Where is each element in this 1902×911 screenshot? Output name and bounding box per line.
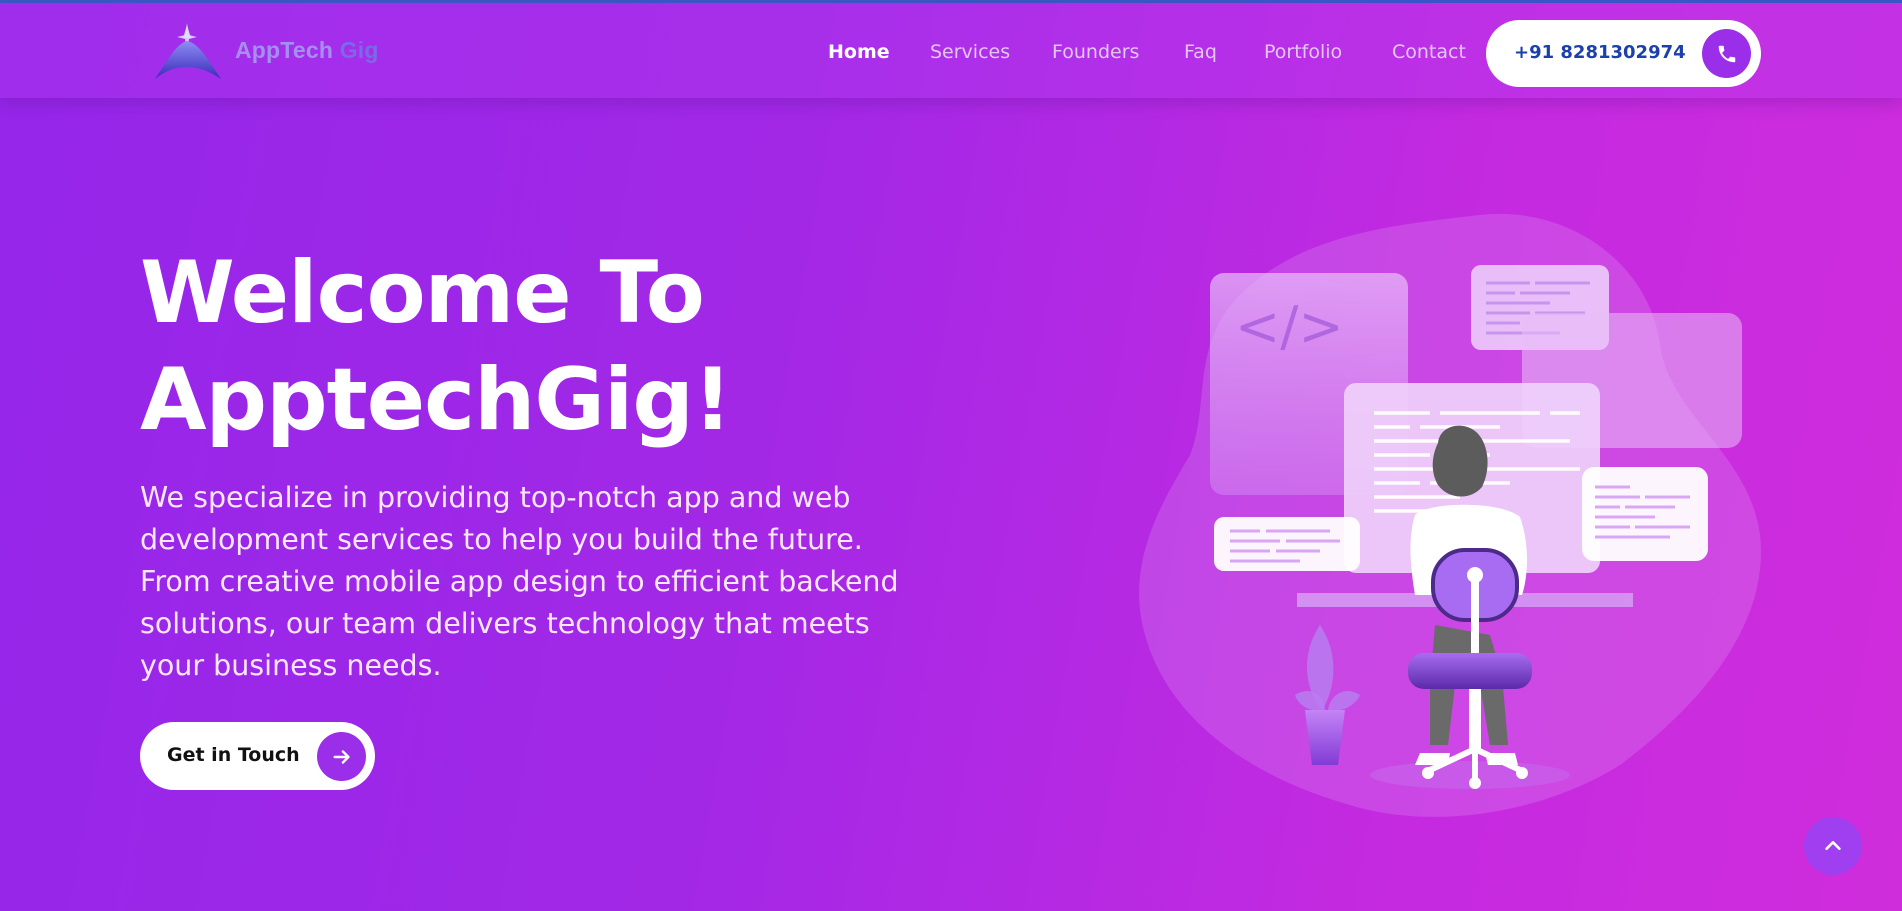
hero-title-line-1: Welcome To [140, 243, 705, 343]
nav-faq[interactable]: Faq [1184, 41, 1217, 63]
brand-name-main: AppTech [235, 37, 334, 63]
code-glyph-text: </> [1235, 295, 1344, 358]
cta-arrow-circle [317, 732, 366, 781]
phone-call-button[interactable] [1702, 29, 1751, 78]
code-card-left [1214, 517, 1360, 571]
arrow-right-icon [332, 749, 350, 764]
plant-pot [1305, 710, 1345, 765]
nav-founders[interactable]: Founders [1052, 41, 1139, 63]
chair-seat [1408, 653, 1532, 689]
brand-name: AppTech Gig [235, 37, 379, 64]
code-card-small-right [1582, 467, 1708, 561]
scroll-to-top-button[interactable] [1804, 817, 1862, 875]
brand-logo[interactable]: AppTech Gig [153, 21, 403, 83]
developer-illustration: </> [1139, 213, 1761, 817]
brand-name-accent: Gig [339, 37, 379, 63]
nav-home[interactable]: Home [828, 41, 890, 63]
hero-title-line-2: ApptechGig! [140, 350, 732, 450]
site-header: AppTech Gig Home Services Founders Faq P… [0, 3, 1902, 98]
nav-portfolio[interactable]: Portfolio [1264, 41, 1342, 63]
get-in-touch-button[interactable]: Get in Touch [140, 722, 375, 790]
hero-description: We specialize in providing top-notch app… [140, 481, 899, 682]
chevron-up-icon [1825, 841, 1841, 851]
nav-services[interactable]: Services [930, 41, 1010, 63]
logo-mark-icon [155, 23, 221, 79]
get-in-touch-label: Get in Touch [167, 744, 300, 766]
phone-number[interactable]: +91 8281302974 [1514, 42, 1686, 63]
phone-icon [1718, 45, 1735, 62]
person-hair [1432, 425, 1488, 497]
nav-contact[interactable]: Contact [1392, 41, 1466, 63]
hero-title: Welcome To ApptechGig! [140, 240, 900, 454]
phone-contact-pill[interactable]: +91 8281302974 [1486, 20, 1761, 87]
